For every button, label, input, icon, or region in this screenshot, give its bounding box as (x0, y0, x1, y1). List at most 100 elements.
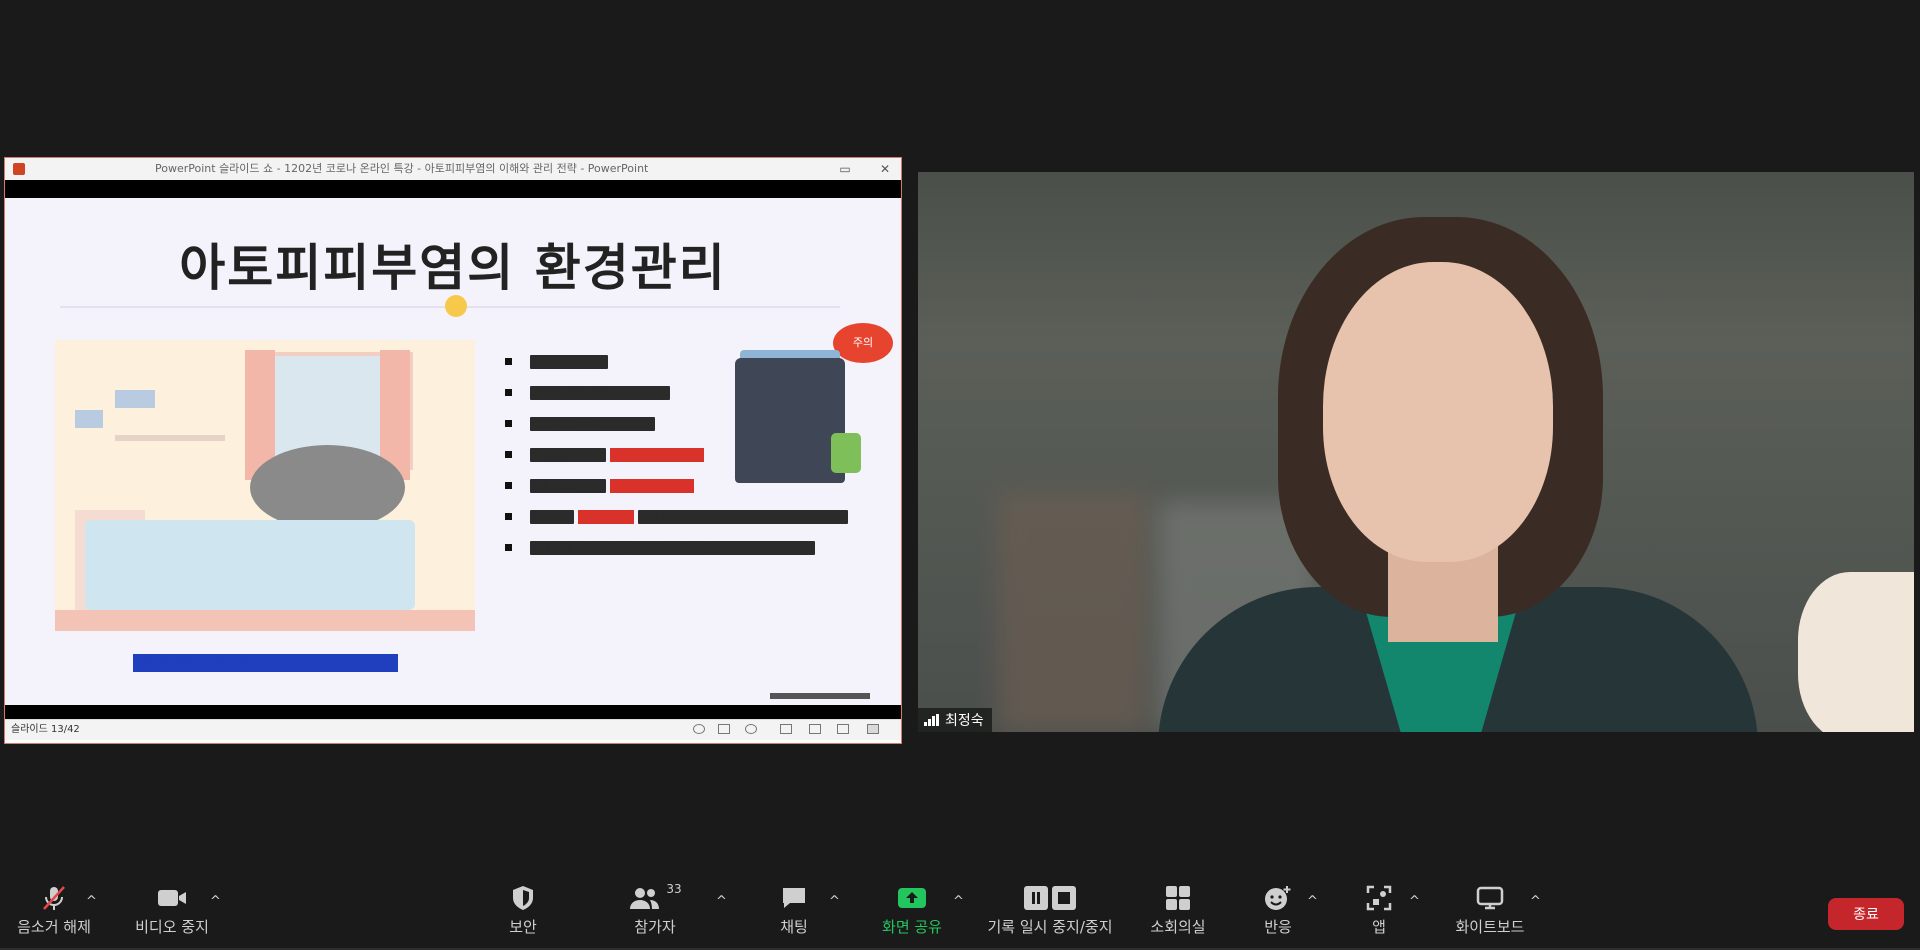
previous-slide-icon[interactable] (693, 724, 705, 734)
shared-screen-window: PowerPoint 슬라이드 쇼 - 1202년 코로나 온라인 특강 - 아… (4, 157, 902, 744)
end-meeting-button[interactable]: 종료 (1828, 898, 1904, 930)
slide-sorter-icon[interactable] (809, 724, 821, 734)
microphone-muted-icon (40, 882, 68, 914)
apps-icon (1365, 882, 1393, 914)
floor-illustration (55, 610, 475, 631)
breakout-rooms-label: 소회의실 (1150, 918, 1206, 936)
video-options-chevron-icon[interactable]: ^ (210, 894, 221, 909)
signal-strength-icon (924, 714, 939, 726)
share-screen-icon (896, 882, 928, 914)
chat-options-chevron-icon[interactable]: ^ (829, 894, 840, 909)
reading-view-icon[interactable] (837, 724, 849, 734)
shelf-illustration (115, 435, 225, 441)
whiteboard-icon (1475, 882, 1505, 914)
participants-label: 참가자 (634, 918, 676, 936)
bullet-highlight: 18~22°C (610, 447, 704, 462)
bedroom-illustration (55, 340, 475, 631)
breakout-rooms-button[interactable]: 소회의실 (1138, 882, 1218, 942)
security-button[interactable]: 보안 (498, 882, 548, 942)
next-slide-icon[interactable] (745, 724, 757, 734)
bullet-highlight: 진드기 (578, 509, 634, 524)
participants-options-chevron-icon[interactable]: ^ (716, 894, 727, 909)
rug-illustration (250, 445, 405, 530)
unmute-label: 음소거 해제 (17, 918, 91, 936)
audio-options-chevron-icon[interactable]: ^ (86, 894, 97, 909)
badge-illustration: 주의 (833, 323, 893, 363)
participant-name: 최정숙 (945, 713, 984, 729)
reactions-button[interactable]: 반응 (1253, 882, 1303, 942)
stop-video-label: 비디오 중지 (135, 918, 209, 936)
list-item: 미세먼지 심한 날 외출 자제 및 환기 조절 (505, 532, 848, 563)
powerpoint-titlebar: PowerPoint 슬라이드 쇼 - 1202년 코로나 온라인 특강 - 아… (5, 158, 901, 180)
recording-controls-button[interactable]: 기록 일시 중지/중지 (980, 882, 1120, 942)
bullet-icon (505, 389, 512, 396)
smiley-plus-icon (1263, 882, 1293, 914)
security-label: 보안 (509, 918, 537, 936)
slide-caption: 미세먼지 많은 날 환기 주의 (133, 654, 398, 672)
participants-icon: 33 (628, 882, 682, 914)
powerpoint-logo-icon (13, 163, 25, 175)
chat-bubble-icon (780, 882, 808, 914)
letterbox-top (5, 180, 901, 198)
chat-button[interactable]: 채팅 (769, 882, 819, 942)
shield-icon (510, 882, 536, 914)
chat-label: 채팅 (780, 918, 808, 936)
bed-illustration (85, 520, 415, 610)
bullet-highlight: 40~60% (610, 478, 694, 493)
share-screen-button[interactable]: 화면 공유 (870, 882, 954, 942)
background-blur (998, 492, 1148, 732)
video-camera-icon (156, 882, 188, 914)
apps-button[interactable]: 앱 (1354, 882, 1404, 942)
normal-view-icon[interactable] (780, 724, 792, 734)
bullet-icon (505, 451, 512, 458)
bullet-icon (505, 358, 512, 365)
recording-controls-icon (1022, 882, 1078, 914)
reactions-label: 반응 (1264, 918, 1292, 936)
whiteboard-options-chevron-icon[interactable]: ^ (1530, 894, 1541, 909)
participant-count: 33 (666, 882, 682, 896)
slide-counter: 슬라이드 13/42 (11, 724, 80, 735)
speaker-face (1323, 262, 1553, 562)
frame-illustration (115, 390, 155, 408)
apps-label: 앱 (1372, 918, 1386, 936)
share-screen-label: 화면 공유 (882, 918, 942, 936)
unmute-button[interactable]: 음소거 해제 (14, 882, 94, 942)
powerpoint-window-title: PowerPoint 슬라이드 쇼 - 1202년 코로나 온라인 특강 - 아… (155, 162, 649, 175)
bullet-text: 침구류 자주 세탁 (530, 385, 670, 400)
stop-video-button[interactable]: 비디오 중지 (130, 882, 214, 942)
bullet-icon (505, 513, 512, 520)
apps-options-chevron-icon[interactable]: ^ (1409, 894, 1420, 909)
participants-button[interactable]: 33 참가자 (625, 882, 685, 942)
reactions-options-chevron-icon[interactable]: ^ (1307, 894, 1318, 909)
letterbox-bottom (5, 705, 901, 719)
slide-footnote (770, 693, 870, 699)
close-icon[interactable]: ✕ (875, 158, 895, 180)
frame-illustration (75, 410, 103, 428)
minimize-icon[interactable]: ▭ (835, 158, 855, 180)
bullet-text: 실내 습도 (530, 478, 606, 493)
list-item: 먼지 진드기 제거 위해 공기청정기 사용 (505, 501, 848, 532)
breakout-rooms-icon (1164, 882, 1192, 914)
sun-icon (445, 295, 467, 317)
share-options-chevron-icon[interactable]: ^ (953, 894, 964, 909)
whiteboard-button[interactable]: 화이트보드 (1448, 882, 1532, 942)
meeting-toolbar: 음소거 해제 ^ 비디오 중지 ^ 보안 33 참가자 ^ 채팅 ^ 화면 공유 (0, 872, 1920, 950)
badge-text: 주의 (852, 336, 874, 349)
whiteboard-label: 화이트보드 (1455, 918, 1525, 936)
bullet-text: 미세먼지 심한 날 외출 자제 및 환기 조절 (530, 540, 815, 555)
speaker-hand (1798, 572, 1914, 732)
bullet-icon (505, 544, 512, 551)
participant-name-tag: 최정숙 (918, 708, 992, 732)
slide-menu-icon[interactable] (718, 724, 730, 734)
slide: 아토피피부염의 환경관리 환경 관리 침구류 자주 세탁 카펫 사용 자제 실내… (5, 198, 901, 705)
plant-illustration (831, 433, 861, 473)
slideshow-view-icon[interactable] (867, 724, 879, 734)
recording-controls-label: 기록 일시 중지/중지 (987, 918, 1113, 936)
powerpoint-statusbar: 슬라이드 13/42 (5, 719, 901, 740)
air-purifier-illustration (735, 358, 845, 483)
slide-heading: 아토피피부염의 환경관리 (179, 239, 727, 297)
bullet-text: 실내 온도 (530, 447, 606, 462)
bullet-text: 카펫 사용 자제 (530, 416, 655, 431)
bullet-text: 환경 관리 (530, 354, 608, 369)
bullet-icon (505, 420, 512, 427)
